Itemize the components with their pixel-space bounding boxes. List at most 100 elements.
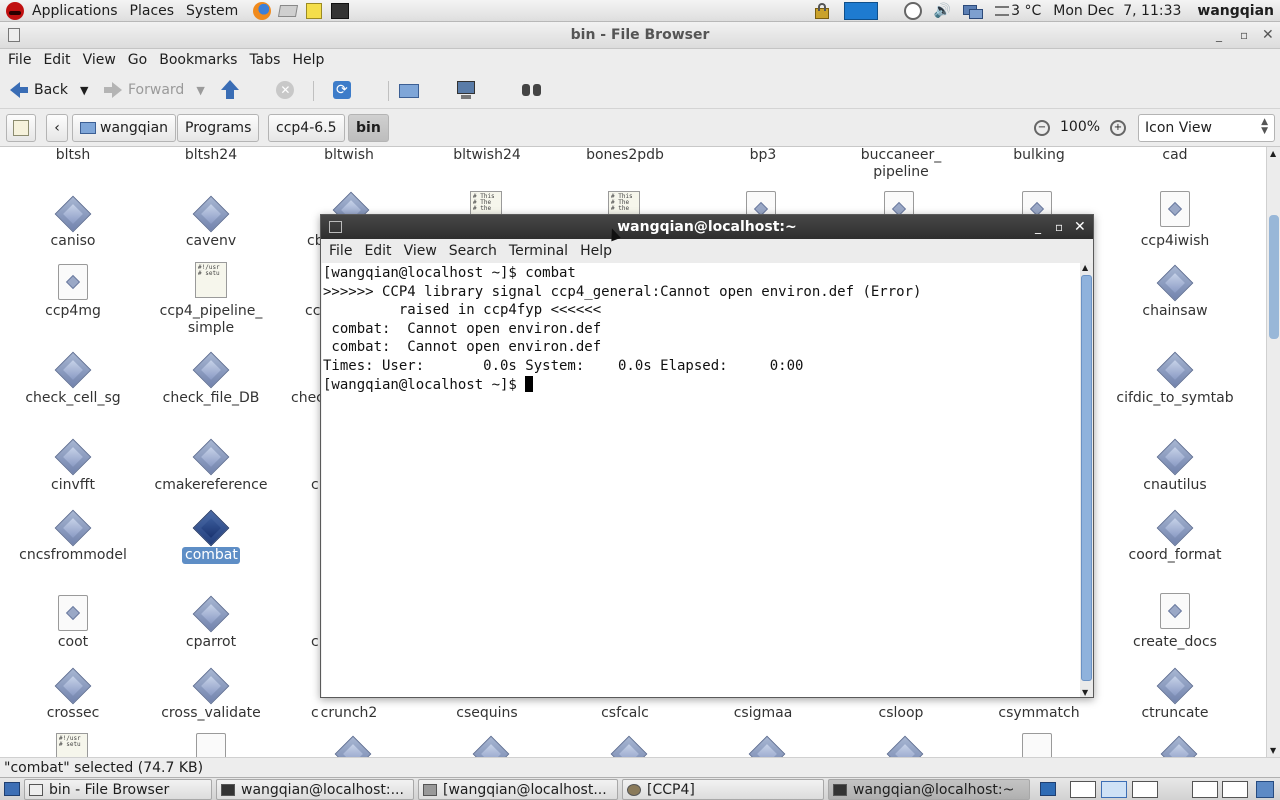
zoom-in-icon[interactable]: + bbox=[1110, 120, 1126, 136]
up-arrow-icon[interactable] bbox=[220, 80, 240, 100]
forward-button[interactable]: Forward ▼ bbox=[104, 80, 205, 100]
weather-icon bbox=[995, 6, 1010, 16]
task-terminal-active[interactable]: wangqian@localhost:~ bbox=[828, 779, 1030, 800]
network-icon[interactable] bbox=[963, 3, 984, 19]
terminal-close-button[interactable]: ✕ bbox=[1074, 215, 1086, 239]
terminal-menu-help[interactable]: Help bbox=[572, 239, 616, 263]
terminal-scrollbar-thumb[interactable] bbox=[1081, 275, 1092, 681]
menu-help[interactable]: Help bbox=[284, 52, 328, 68]
terminal-minimize-button[interactable]: _ bbox=[1035, 215, 1041, 239]
terminal-output[interactable]: [wangqian@localhost ~]$ combat >>>>>> CCP… bbox=[322, 263, 1080, 697]
maximize-button[interactable]: ▫ bbox=[1240, 22, 1248, 49]
window-title: bin - File Browser bbox=[570, 27, 710, 43]
minimize-button[interactable]: _ bbox=[1216, 22, 1222, 49]
file-label-partial[interactable]: c bbox=[311, 705, 319, 721]
breadcrumb-label: ccp4-6.5 bbox=[276, 120, 337, 136]
computer-icon[interactable] bbox=[456, 80, 476, 100]
workspace-5-button[interactable] bbox=[1192, 781, 1218, 798]
terminal-titlebar[interactable]: wangqian@localhost:~ _ ▫ ✕ bbox=[321, 215, 1093, 239]
menu-go[interactable]: Go bbox=[120, 52, 151, 68]
terminal-scroll-down-icon[interactable]: ▼ bbox=[1082, 688, 1088, 697]
terminal-menu-search[interactable]: Search bbox=[441, 239, 501, 263]
terminal-scroll-up-icon[interactable]: ▲ bbox=[1082, 263, 1088, 272]
file-label-partial[interactable]: cc bbox=[305, 303, 320, 319]
user-menu[interactable]: wangqian bbox=[1197, 3, 1274, 19]
task-terminal-2[interactable]: [wangqian@localhost... bbox=[418, 779, 618, 800]
workspace-1-button[interactable] bbox=[1040, 782, 1056, 796]
executable-file-icon bbox=[54, 438, 92, 476]
terminal-menu-edit[interactable]: Edit bbox=[356, 239, 395, 263]
file-label-partial[interactable]: c bbox=[311, 477, 319, 493]
file-browser-titlebar[interactable]: bin - File Browser _ ▫ ✕ bbox=[0, 22, 1280, 49]
trash-icon[interactable] bbox=[1256, 781, 1274, 798]
task-ccp4[interactable]: [CCP4] bbox=[622, 779, 824, 800]
menu-file[interactable]: File bbox=[0, 52, 35, 68]
redhat-logo-icon[interactable] bbox=[6, 1, 24, 20]
menu-tabs[interactable]: Tabs bbox=[241, 52, 284, 68]
stop-icon[interactable]: ✕ bbox=[275, 80, 295, 100]
places-menu[interactable]: Places bbox=[124, 3, 181, 19]
terminal-scrollbar[interactable]: ▲ ▼ bbox=[1080, 263, 1093, 697]
task-file-browser[interactable]: bin - File Browser bbox=[24, 779, 212, 800]
terminal-menu-file[interactable]: File bbox=[321, 239, 356, 263]
task-terminal-1[interactable]: wangqian@localhost:... bbox=[216, 779, 414, 800]
breadcrumb-bin[interactable]: bin bbox=[348, 114, 389, 142]
document-file-icon bbox=[196, 733, 226, 757]
terminal-prompt-line[interactable]: [wangqian@localhost ~]$ bbox=[323, 375, 1080, 395]
workspace-2-button[interactable] bbox=[1070, 781, 1096, 798]
terminal-maximize-button[interactable]: ▫ bbox=[1055, 215, 1063, 239]
breadcrumb-programs[interactable]: Programs bbox=[177, 114, 260, 142]
back-button[interactable]: Back ▼ bbox=[10, 80, 88, 100]
zoom-level[interactable]: 100% bbox=[1060, 119, 1100, 135]
workspace-6-button[interactable] bbox=[1222, 781, 1248, 798]
window-menu-icon[interactable] bbox=[8, 28, 20, 42]
workspace-switcher[interactable] bbox=[843, 2, 878, 20]
terminal-line: >>>>>> CCP4 library signal ccp4_general:… bbox=[323, 283, 922, 300]
text-editor-launcher-icon[interactable] bbox=[304, 2, 324, 20]
workspace-4-button[interactable] bbox=[1132, 781, 1158, 798]
scroll-up-arrow-icon[interactable]: ▲ bbox=[1270, 149, 1276, 158]
file-label: cparrot bbox=[185, 634, 237, 650]
file-label-partial[interactable]: c bbox=[311, 634, 319, 650]
system-menu[interactable]: System bbox=[180, 3, 244, 19]
back-history-chevron-icon[interactable]: ▼ bbox=[80, 84, 88, 97]
file-label-partial[interactable]: chec bbox=[291, 390, 324, 406]
terminal-menu-terminal[interactable]: Terminal bbox=[501, 239, 572, 263]
file-grid-scrollbar[interactable]: ▲ ▼ bbox=[1266, 147, 1280, 757]
scroll-down-arrow-icon[interactable]: ▼ bbox=[1270, 746, 1276, 755]
menu-bookmarks[interactable]: Bookmarks bbox=[151, 52, 241, 68]
breadcrumb-wangqian[interactable]: wangqian bbox=[72, 114, 177, 142]
clock-datetime[interactable]: Mon Dec 7, 11:33 bbox=[1053, 3, 1181, 19]
mail-launcher-icon[interactable] bbox=[278, 2, 299, 20]
applications-menu[interactable]: Applications bbox=[26, 3, 124, 19]
search-binoculars-icon[interactable] bbox=[522, 80, 542, 100]
scrollbar-thumb[interactable] bbox=[1269, 215, 1279, 339]
menu-edit[interactable]: Edit bbox=[35, 52, 74, 68]
temperature[interactable]: 3 °C bbox=[1011, 3, 1041, 19]
terminal-launcher-icon[interactable] bbox=[330, 2, 350, 20]
zoom-out-icon[interactable]: − bbox=[1034, 120, 1050, 136]
executable-file-icon bbox=[54, 667, 92, 705]
lock-icon[interactable] bbox=[812, 2, 832, 20]
home-folder-icon[interactable] bbox=[399, 80, 420, 100]
breadcrumb-back-arrow[interactable]: ‹ bbox=[46, 114, 68, 142]
view-mode-select[interactable]: Icon View ▲ ▼ bbox=[1138, 114, 1275, 142]
file-label: caniso bbox=[50, 233, 96, 249]
toggle-location-button[interactable] bbox=[6, 114, 36, 142]
terminal-window-menu-icon[interactable] bbox=[329, 221, 342, 233]
file-label: check_cell_sg bbox=[25, 390, 121, 406]
menu-view[interactable]: View bbox=[75, 52, 120, 68]
terminal-window[interactable]: wangqian@localhost:~ _ ▫ ✕ File Edit Vie… bbox=[320, 214, 1094, 698]
forward-history-chevron-icon[interactable]: ▼ bbox=[196, 84, 204, 97]
close-button[interactable]: ✕ bbox=[1262, 22, 1274, 49]
reload-icon[interactable]: ⟳ bbox=[332, 80, 352, 100]
volume-icon[interactable]: 🔊 bbox=[934, 3, 951, 19]
workspace-3-button[interactable] bbox=[1101, 781, 1127, 798]
show-desktop-icon[interactable] bbox=[4, 782, 20, 796]
file-label: bltwish24 bbox=[453, 147, 521, 163]
terminal-menu-view[interactable]: View bbox=[396, 239, 441, 263]
clock-icon[interactable] bbox=[903, 2, 922, 20]
firefox-launcher-icon[interactable] bbox=[252, 1, 272, 20]
breadcrumb-ccp4[interactable]: ccp4-6.5 bbox=[268, 114, 345, 142]
top-panel: Applications Places System 🔊 3 °C Mon De… bbox=[0, 0, 1280, 22]
